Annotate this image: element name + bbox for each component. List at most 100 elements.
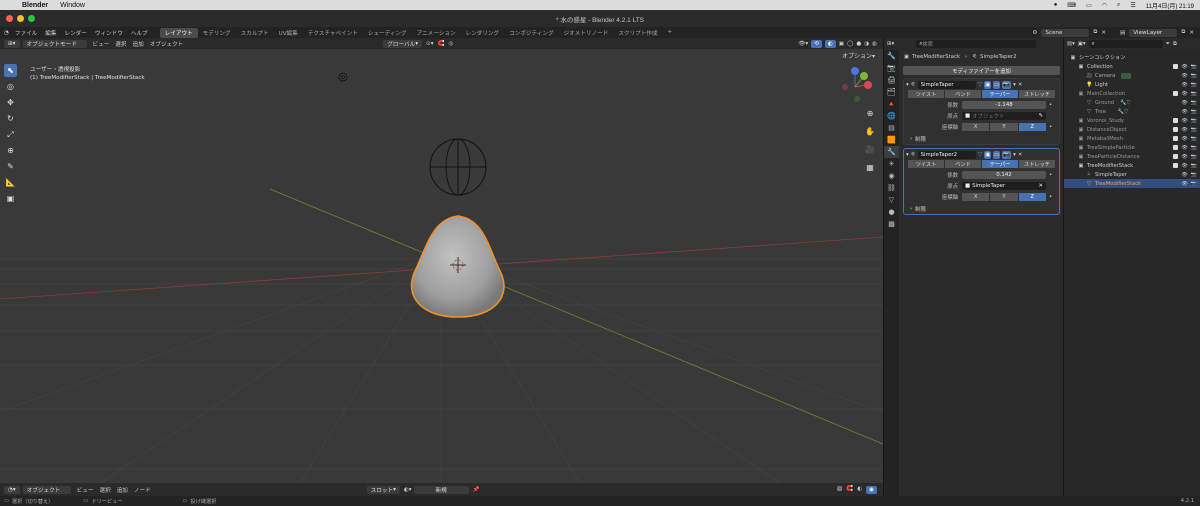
cage-toggle-icon[interactable]: ▣ (984, 80, 992, 89)
factor-field[interactable]: -1.148 (962, 101, 1046, 109)
world-tab-icon[interactable]: 🌐 (884, 110, 899, 122)
camera-icon[interactable]: 📷 (1191, 100, 1197, 106)
editor-type-icon[interactable]: ⊞▾ (4, 39, 20, 48)
gizmo-toggle-icon[interactable]: ⟲ (811, 39, 822, 48)
camera-icon[interactable]: 📷 (1191, 172, 1197, 178)
camera-view-icon[interactable]: 🎥 (864, 143, 876, 155)
ortho-toggle-icon[interactable]: ▦ (864, 161, 876, 173)
outliner-row-treemodifierstack-object[interactable]: ▽ TreeModifierStack 👁 📷 (1064, 179, 1200, 188)
axis-x[interactable]: X (962, 123, 990, 131)
menu-help[interactable]: ヘルプ (131, 29, 148, 37)
camera-icon[interactable]: 📷 (1191, 136, 1197, 142)
origin-field[interactable]: ■ オブジェクト ✎ (962, 112, 1046, 120)
origin-field[interactable]: ■ SimpleTaper ✕ (962, 182, 1046, 190)
cursor-tool-icon[interactable]: ◎ (4, 80, 17, 93)
new-collection-icon[interactable]: ⧉ (1173, 41, 1177, 48)
eye-icon[interactable]: 👁 (1181, 163, 1187, 169)
outliner-row-treeparticledistance[interactable]: ▣ TreeParticleDistance 👁 📷 (1064, 152, 1200, 161)
camera-icon[interactable]: 📷 (1191, 91, 1197, 97)
visibility-icon[interactable]: 👁▾ (798, 41, 808, 47)
eye-icon[interactable]: 👁 (1181, 109, 1187, 115)
outliner-row-maincollection[interactable]: ▣ MainCollection 👁 📷 (1064, 89, 1200, 98)
scene-selector[interactable]: Scene (1041, 28, 1090, 37)
camera-icon[interactable]: 📷 (1191, 64, 1197, 70)
camera-icon[interactable]: 📷 (1191, 82, 1197, 88)
keyframe-dot-icon[interactable]: • (1049, 194, 1052, 200)
tab-geometry-nodes[interactable]: ジオメトリノード (559, 28, 614, 38)
axis-z[interactable]: Z (1018, 123, 1046, 131)
bottom-editor-type-icon[interactable]: ◔▾ (4, 485, 20, 494)
properties-editor-type-icon[interactable]: ⊞▾ (887, 41, 894, 47)
texture-tab-icon[interactable]: ▩ (884, 218, 899, 230)
eye-icon[interactable]: 👁 (1181, 64, 1187, 70)
3d-viewport[interactable]: オプション▾ ユーザー・透視投影 (1) TreeModifierStack |… (0, 49, 883, 483)
outliner-row-tree[interactable]: ▽ Tree 🔧▽ 👁 📷 (1064, 107, 1200, 116)
outliner-row-simpletaper[interactable]: ⟂ SimpleTaper 👁 📷 (1064, 170, 1200, 179)
close-window-button[interactable] (6, 15, 13, 22)
viewlayer-add-icon[interactable]: ⧉ (1181, 29, 1185, 36)
eye-icon[interactable]: 👁 (1181, 100, 1187, 106)
dropdown-icon[interactable]: ▾ (1013, 82, 1016, 88)
object-tab-icon[interactable]: 🟧 (884, 134, 899, 146)
mode-bend[interactable]: ベンド (945, 160, 981, 168)
camera-icon[interactable]: 📷 (1191, 73, 1197, 79)
collection-tab-icon[interactable]: ▤ (884, 122, 899, 134)
viewport-toggle-icon[interactable]: ▭ (993, 80, 1001, 89)
remove-modifier-icon[interactable]: ✕ (1018, 82, 1023, 88)
dropdown-icon[interactable]: ▾ (1013, 152, 1016, 158)
menu-add[interactable]: 追加 (133, 40, 144, 48)
camera-icon[interactable]: 📷 (1191, 163, 1197, 169)
new-material-button[interactable]: 新規 (413, 485, 469, 494)
xray-icon[interactable]: ▣ (839, 41, 844, 47)
outliner-row-camera[interactable]: 🎥 Camera 👁 📷 (1064, 71, 1200, 80)
tab-uv[interactable]: UV編集 (274, 28, 303, 38)
camera-icon[interactable]: 📷 (1191, 127, 1197, 133)
particles-tab-icon[interactable]: ✳ (884, 158, 899, 170)
outliner-row-scene-collection[interactable]: ▣ シーンコレクション (1064, 53, 1200, 62)
limits-subpanel[interactable]: › 制限 (904, 204, 1059, 214)
exclude-checkbox[interactable] (1173, 63, 1179, 69)
data-tab-icon[interactable]: ▽ (884, 194, 899, 206)
axis-y[interactable]: Y (990, 193, 1018, 201)
mode-dropdown[interactable]: オブジェクトモード (22, 39, 87, 48)
add-workspace-button[interactable]: + (662, 28, 677, 38)
overlay-node-icon[interactable]: ◐ (857, 486, 862, 494)
viewlayer-remove-icon[interactable]: ✕ (1189, 30, 1194, 36)
viewlayer-selector[interactable]: ViewLayer (1129, 28, 1178, 37)
render-toggle-icon[interactable]: 📷 (1002, 150, 1012, 159)
outliner-row-treesimpleparticle[interactable]: ▣ TreeSimpleParticle 👁 📷 (1064, 143, 1200, 152)
outliner-row-distanceobject[interactable]: ▣ DistanceObject 👁 📷 (1064, 125, 1200, 134)
camera-icon[interactable]: 📷 (1191, 109, 1197, 115)
tab-shading[interactable]: シェーディング (363, 28, 412, 38)
camera-icon[interactable]: 📷 (1191, 118, 1197, 124)
pin-icon[interactable]: 📌 (473, 487, 480, 493)
render-toggle-icon[interactable]: 📷 (1002, 80, 1012, 89)
mode-taper[interactable]: テーパー (982, 160, 1018, 168)
bottom-menu-add[interactable]: 追加 (117, 486, 128, 494)
eye-icon[interactable]: 👁 (1181, 181, 1187, 187)
tab-compositing[interactable]: コンポジティング (504, 28, 558, 38)
zoom-window-button[interactable] (28, 15, 35, 22)
axis-x[interactable]: X (962, 193, 990, 201)
orientation-dropdown[interactable]: グローバル ▾ (383, 39, 423, 48)
outliner-row-treemodifierstack-collection[interactable]: ▣ TreeModifierStack 👁 📷 (1064, 161, 1200, 170)
exclude-checkbox[interactable] (1173, 90, 1179, 96)
menu-file[interactable]: ファイル (15, 29, 37, 37)
scale-tool-icon[interactable]: ⤢ (4, 128, 17, 141)
outliner-search-field[interactable]: ⌕ (1088, 40, 1163, 48)
eye-icon[interactable]: 👁 (1181, 145, 1187, 151)
minimize-window-button[interactable] (17, 15, 24, 22)
modifier-tab-icon[interactable]: 🔧 (884, 146, 899, 158)
backdrop-icon[interactable]: ▧ (837, 486, 842, 494)
physics-tab-icon[interactable]: ◉ (884, 170, 899, 182)
eye-icon[interactable]: 👁 (1181, 172, 1187, 178)
eye-icon[interactable]: 👁 (1181, 127, 1187, 133)
camera-icon[interactable]: 📷 (1191, 145, 1197, 151)
camera-icon[interactable]: 📷 (1191, 154, 1197, 160)
overlay-toggle-icon[interactable]: ◐ (824, 39, 836, 48)
tab-modeling[interactable]: モデリング (198, 28, 236, 38)
mode-twist[interactable]: ツイスト (908, 90, 944, 98)
blender-logo-icon[interactable]: ◔ (4, 30, 9, 36)
tab-scripting[interactable]: スクリプト作成 (613, 28, 662, 38)
eye-icon[interactable]: 👁 (1181, 118, 1187, 124)
